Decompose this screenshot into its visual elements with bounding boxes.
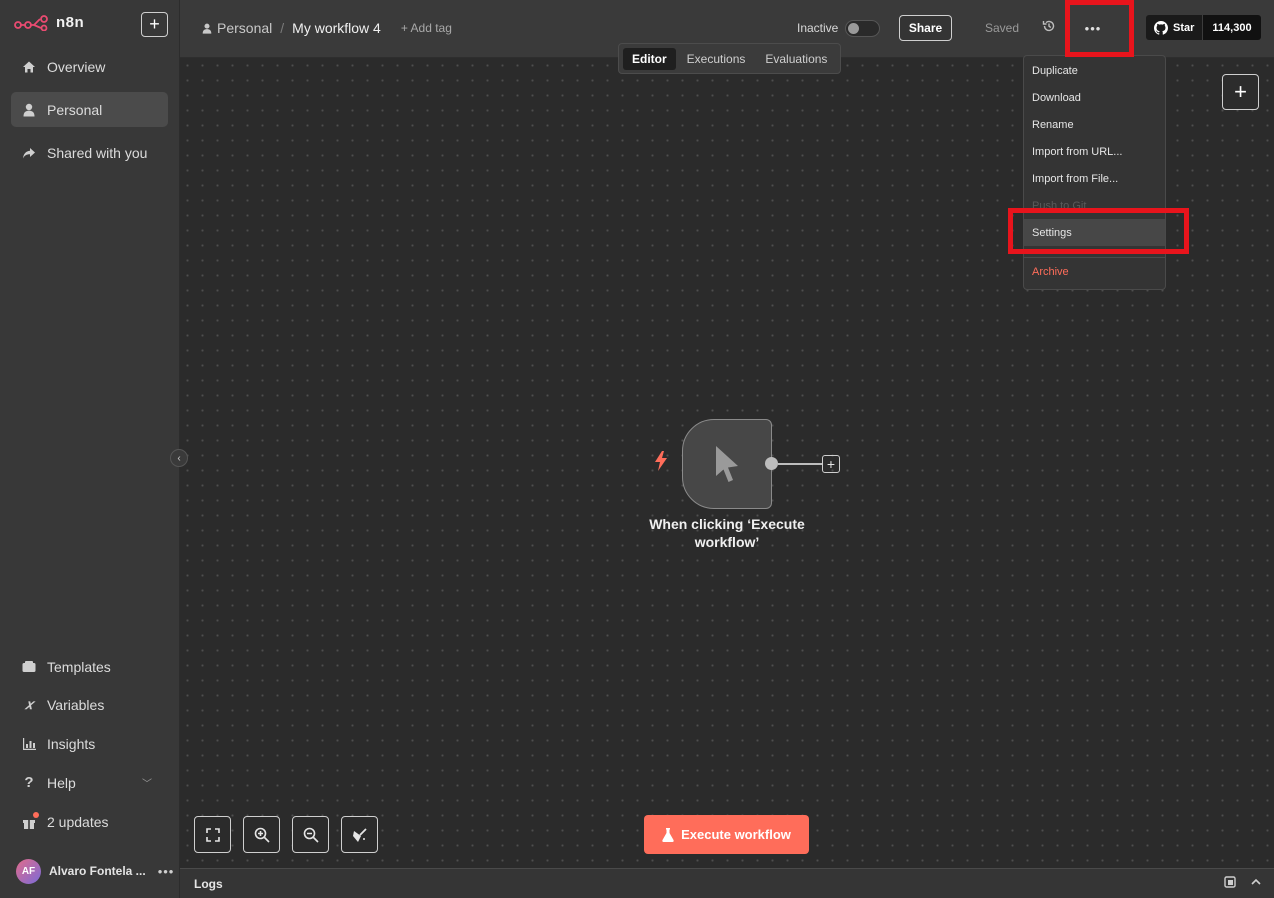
sidebar-item-label: Insights <box>47 735 96 752</box>
broom-icon <box>352 827 367 842</box>
gift-icon <box>22 811 39 829</box>
sidebar-item-label: 2 updates <box>47 813 109 830</box>
avatar: AF <box>16 858 41 884</box>
chevron-up-icon[interactable] <box>1250 876 1262 891</box>
menu-item-duplicate[interactable]: Duplicate <box>1024 57 1165 84</box>
add-next-node-button[interactable]: + <box>822 455 840 473</box>
menu-item-import-url[interactable]: Import from URL... <box>1024 138 1165 165</box>
manual-trigger-node[interactable] <box>682 419 772 509</box>
logs-panel-bar[interactable]: Logs <box>180 868 1274 898</box>
tab-evaluations[interactable]: Evaluations <box>756 48 836 70</box>
create-button[interactable]: + <box>141 12 168 37</box>
sidebar: n8n + Overview Personal Shared with you … <box>0 0 180 898</box>
history-icon[interactable] <box>1042 19 1056 38</box>
insights-icon <box>22 737 36 751</box>
flask-icon <box>662 827 674 842</box>
workflow-actions-menu: Duplicate Download Rename Import from UR… <box>1023 55 1166 290</box>
node-output-handle[interactable] <box>765 457 778 470</box>
home-icon <box>22 60 36 74</box>
menu-item-rename[interactable]: Rename <box>1024 111 1165 138</box>
workflow-status-label: Inactive <box>797 21 839 35</box>
user-icon <box>202 23 212 34</box>
project-name: Personal <box>217 20 273 36</box>
github-star-button[interactable]: Star 114,300 <box>1146 15 1261 40</box>
tab-editor[interactable]: Editor <box>623 47 676 70</box>
zoom-in-icon <box>254 827 270 843</box>
add-node-button[interactable]: + <box>1222 74 1259 110</box>
highlight-settings-item <box>1008 208 1189 254</box>
sidebar-item-insights[interactable]: Insights <box>11 726 168 761</box>
view-tabs: Editor Executions Evaluations <box>618 43 842 74</box>
chevron-down-icon: ﹀ <box>142 779 152 790</box>
github-star-label: Star <box>1173 21 1195 34</box>
sidebar-item-help[interactable]: ? Help ﹀ <box>11 765 168 800</box>
logs-label: Logs <box>194 876 223 891</box>
sidebar-item-label: Help <box>47 774 76 791</box>
node-label: When clicking ‘Execute workflow’ <box>649 516 805 550</box>
zoom-in-button[interactable] <box>243 816 280 853</box>
templates-icon <box>22 660 36 674</box>
sidebar-item-label: Personal <box>47 101 103 118</box>
plus-icon: + <box>1234 79 1247 104</box>
menu-item-download[interactable]: Download <box>1024 84 1165 111</box>
highlight-more-button <box>1065 0 1134 57</box>
lightning-icon <box>654 451 668 477</box>
execute-workflow-label: Execute workflow <box>681 827 791 842</box>
node-connector-line <box>778 463 822 465</box>
fit-view-button[interactable] <box>194 816 231 853</box>
breadcrumb-project[interactable]: Personal <box>202 20 272 36</box>
sidebar-item-overview[interactable]: Overview <box>11 49 168 84</box>
collapse-sidebar-button[interactable]: ‹ <box>170 449 188 467</box>
popout-icon[interactable] <box>1224 876 1236 891</box>
add-tag-link[interactable]: + Add tag <box>401 21 452 35</box>
more-icon[interactable]: ••• <box>158 864 175 879</box>
plus-icon: + <box>149 14 160 34</box>
active-toggle[interactable] <box>845 20 880 37</box>
menu-item-archive[interactable]: Archive <box>1024 258 1165 285</box>
variables-icon: 𝑥 <box>25 696 33 712</box>
sidebar-item-updates[interactable]: 2 updates <box>11 804 168 839</box>
sidebar-item-label: Templates <box>47 658 111 675</box>
tab-executions[interactable]: Executions <box>678 48 755 70</box>
zoom-out-button[interactable] <box>292 816 329 853</box>
logo-text: n8n <box>56 14 85 31</box>
sidebar-item-personal[interactable]: Personal <box>11 92 168 127</box>
n8n-logo-icon <box>14 14 48 31</box>
breadcrumb-separator: / <box>280 20 285 36</box>
saved-status: Saved <box>985 21 1020 35</box>
sidebar-item-label: Shared with you <box>47 144 148 161</box>
sidebar-item-templates[interactable]: Templates <box>11 649 168 684</box>
user-menu[interactable]: AF Alvaro Fontela ... ••• <box>0 854 180 888</box>
github-star-count: 114,300 <box>1203 15 1261 40</box>
sidebar-item-variables[interactable]: 𝑥 Variables <box>11 687 168 722</box>
sidebar-item-shared[interactable]: Shared with you <box>11 135 168 170</box>
cursor-icon <box>716 446 738 482</box>
user-name: Alvaro Fontela ... <box>49 864 146 878</box>
user-icon <box>22 103 36 117</box>
tidy-up-button[interactable] <box>341 816 378 853</box>
fit-view-icon <box>205 827 220 842</box>
plus-icon: + <box>826 456 836 472</box>
share-icon <box>22 146 36 160</box>
chevron-left-icon: ‹ <box>177 452 181 464</box>
sidebar-item-label: Overview <box>47 58 106 75</box>
n8n-logo[interactable]: n8n <box>14 14 84 31</box>
zoom-out-icon <box>303 827 319 843</box>
workflow-title[interactable]: My workflow 4 <box>292 20 381 36</box>
help-icon: ? <box>24 774 34 791</box>
menu-item-import-file[interactable]: Import from File... <box>1024 165 1165 192</box>
execute-workflow-button[interactable]: Execute workflow <box>644 815 809 854</box>
share-button[interactable]: Share <box>899 15 952 41</box>
breadcrumb: Personal / My workflow 4 + Add tag <box>202 20 452 36</box>
github-icon <box>1154 20 1168 35</box>
sidebar-item-label: Variables <box>47 696 105 713</box>
